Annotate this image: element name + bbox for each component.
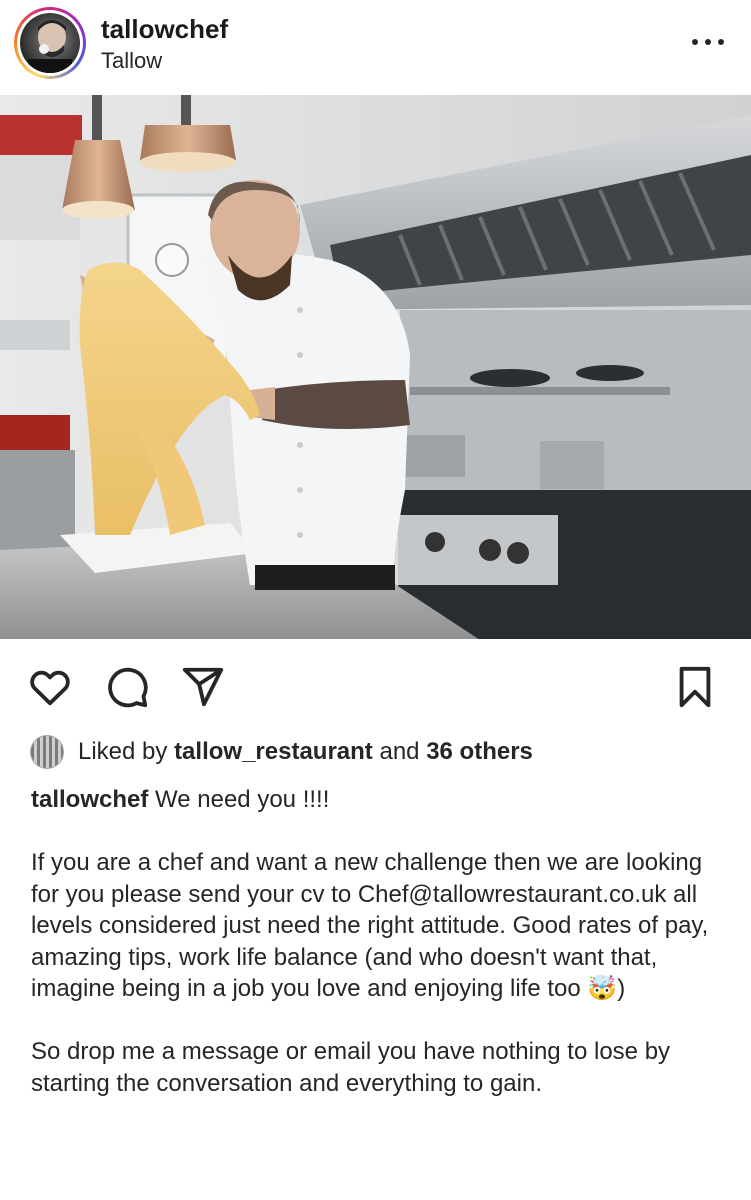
- avatar-image: [20, 13, 80, 73]
- send-icon[interactable]: [180, 664, 226, 710]
- post-location[interactable]: Tallow: [101, 48, 162, 74]
- likes-prefix: Liked by: [78, 738, 168, 765]
- caption-headline: We need you !!!!: [155, 786, 330, 813]
- chef-rolling-pasta-photo[interactable]: [0, 95, 751, 639]
- comment-icon[interactable]: [104, 664, 150, 710]
- more-horizontal-icon[interactable]: [688, 28, 728, 56]
- likes-middle: and: [379, 738, 420, 765]
- profile-avatar[interactable]: [14, 7, 86, 79]
- caption-body: If you are a chef and want a new challen…: [31, 849, 715, 1002]
- post-header: tallowchef Tallow: [0, 0, 751, 95]
- heart-icon[interactable]: [27, 664, 73, 710]
- caption-username[interactable]: tallowchef: [31, 786, 148, 813]
- caption-closing: So drop me a message or email you have n…: [31, 1038, 677, 1097]
- liker-username[interactable]: tallow_restaurant: [174, 738, 373, 766]
- post-username[interactable]: tallowchef: [101, 14, 228, 45]
- bookmark-icon[interactable]: [672, 664, 718, 710]
- post-caption: tallowchef We need you !!!! If you are a…: [31, 784, 721, 1099]
- likes-others-count[interactable]: 36 others: [426, 738, 533, 766]
- liker-avatar: [30, 735, 64, 769]
- post-actions: [0, 639, 751, 734]
- likes-summary[interactable]: Liked by tallow_restaurant and 36 others: [30, 734, 533, 770]
